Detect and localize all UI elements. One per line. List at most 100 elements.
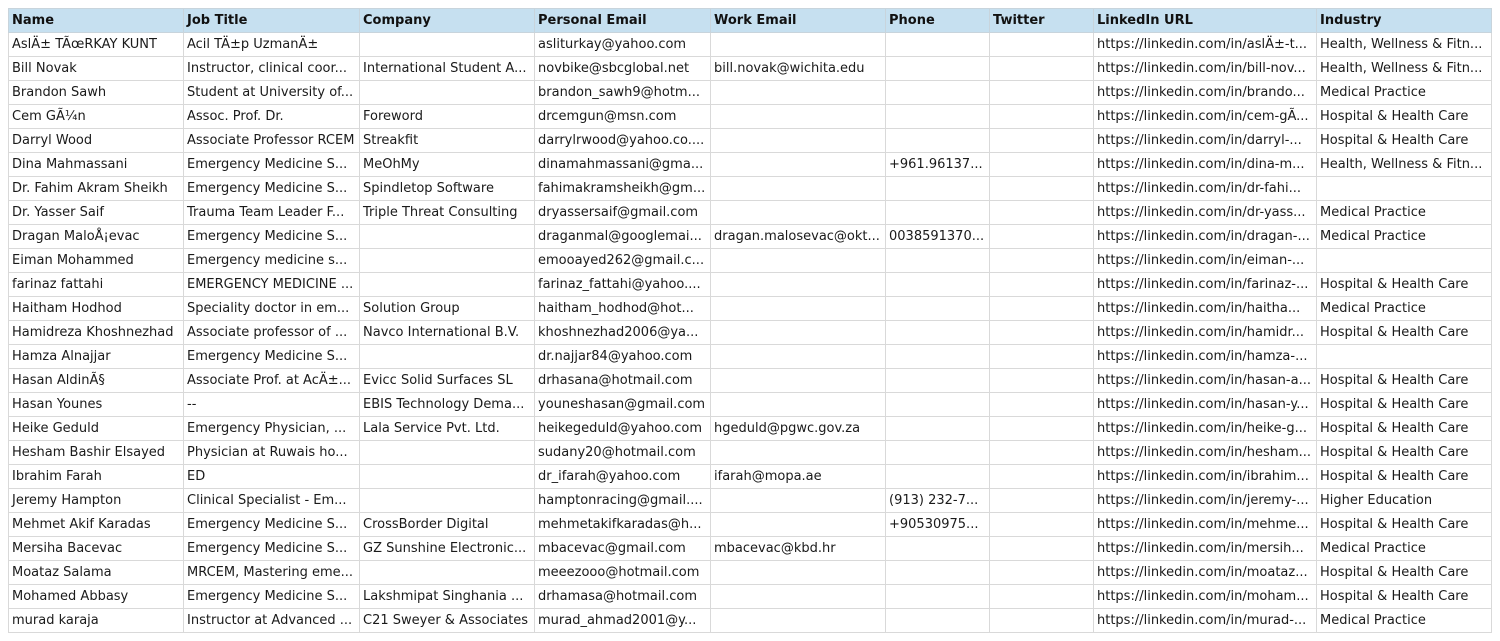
- table-row[interactable]: Mohamed Abbasy Emergency Medicine S... Lak…: [8, 584, 1492, 609]
- cell-phone[interactable]: [885, 272, 990, 297]
- cell-personal-email[interactable]: sudany20@hotmail.com: [534, 440, 711, 465]
- cell-work-email[interactable]: [710, 80, 886, 105]
- cell-linkedin-url[interactable]: https://linkedin.com/in/dragan-...: [1093, 224, 1317, 249]
- cell-job-title[interactable]: Acil TÄ±p UzmanÄ±: [183, 32, 360, 57]
- cell-industry[interactable]: Hospital & Health Care: [1316, 464, 1492, 489]
- cell-work-email[interactable]: [710, 368, 886, 393]
- cell-job-title[interactable]: Emergency Medicine S...: [183, 152, 360, 177]
- cell-personal-email[interactable]: darrylrwood@yahoo.co....: [534, 128, 711, 153]
- cell-linkedin-url[interactable]: https://linkedin.com/in/jeremy-...: [1093, 488, 1317, 513]
- cell-name[interactable]: Mohamed Abbasy: [8, 584, 184, 609]
- cell-name[interactable]: Dragan MaloÅ¡evac: [8, 224, 184, 249]
- table-row[interactable]: Heike Geduld Emergency Physician, ... Lala…: [8, 416, 1492, 441]
- cell-linkedin-url[interactable]: https://linkedin.com/in/eiman-...: [1093, 248, 1317, 273]
- cell-phone[interactable]: +90530975...: [885, 512, 990, 537]
- cell-company[interactable]: Streakfit: [359, 128, 535, 153]
- cell-job-title[interactable]: Physician at Ruwais ho...: [183, 440, 360, 465]
- cell-name[interactable]: Mersiha Bacevac: [8, 536, 184, 561]
- cell-company[interactable]: EBIS Technology Dema...: [359, 392, 535, 417]
- cell-phone[interactable]: [885, 344, 990, 369]
- cell-company[interactable]: [359, 80, 535, 105]
- cell-phone[interactable]: [885, 296, 990, 321]
- cell-company[interactable]: Navco International B.V.: [359, 320, 535, 345]
- table-row[interactable]: Dr. Fahim Akram Sheikh Emergency Medicine…: [8, 176, 1492, 201]
- cell-phone[interactable]: [885, 104, 990, 129]
- table-row[interactable]: Moataz Salama MRCEM, Mastering eme... meee…: [8, 560, 1492, 585]
- cell-personal-email[interactable]: dr_ifarah@yahoo.com: [534, 464, 711, 489]
- cell-twitter[interactable]: [989, 536, 1094, 561]
- cell-job-title[interactable]: Student at University of...: [183, 80, 360, 105]
- cell-twitter[interactable]: [989, 608, 1094, 633]
- cell-linkedin-url[interactable]: https://linkedin.com/in/dr-fahi...: [1093, 176, 1317, 201]
- table-row[interactable]: farinaz fattahi EMERGENCY MEDICINE ... far…: [8, 272, 1492, 297]
- cell-phone[interactable]: [885, 416, 990, 441]
- cell-phone[interactable]: [885, 560, 990, 585]
- cell-industry[interactable]: [1316, 248, 1492, 273]
- cell-company[interactable]: Evicc Solid Surfaces SL: [359, 368, 535, 393]
- column-header-phone[interactable]: Phone: [885, 8, 990, 33]
- cell-personal-email[interactable]: brandon_sawh9@hotm...: [534, 80, 711, 105]
- cell-company[interactable]: [359, 272, 535, 297]
- cell-twitter[interactable]: [989, 128, 1094, 153]
- cell-company[interactable]: MeOhMy: [359, 152, 535, 177]
- cell-job-title[interactable]: Emergency Medicine S...: [183, 176, 360, 201]
- cell-personal-email[interactable]: dinamahmassani@gma...: [534, 152, 711, 177]
- cell-twitter[interactable]: [989, 512, 1094, 537]
- cell-twitter[interactable]: [989, 176, 1094, 201]
- cell-phone[interactable]: [885, 608, 990, 633]
- cell-work-email[interactable]: dragan.malosevac@okt...: [710, 224, 886, 249]
- cell-work-email[interactable]: [710, 608, 886, 633]
- cell-work-email[interactable]: [710, 272, 886, 297]
- cell-company[interactable]: [359, 488, 535, 513]
- table-row[interactable]: Mehmet Akif Karadas Emergency Medicine S.…: [8, 512, 1492, 537]
- cell-twitter[interactable]: [989, 440, 1094, 465]
- cell-personal-email[interactable]: dryassersaif@gmail.com: [534, 200, 711, 225]
- cell-personal-email[interactable]: emooayed262@gmail.c...: [534, 248, 711, 273]
- cell-work-email[interactable]: [710, 512, 886, 537]
- cell-industry[interactable]: Medical Practice: [1316, 200, 1492, 225]
- cell-personal-email[interactable]: youneshasan@gmail.com: [534, 392, 711, 417]
- cell-personal-email[interactable]: khoshnezhad2006@ya...: [534, 320, 711, 345]
- cell-company[interactable]: CrossBorder Digital: [359, 512, 535, 537]
- cell-personal-email[interactable]: drcemgun@msn.com: [534, 104, 711, 129]
- cell-phone[interactable]: [885, 440, 990, 465]
- cell-work-email[interactable]: [710, 584, 886, 609]
- cell-company[interactable]: Foreword: [359, 104, 535, 129]
- cell-twitter[interactable]: [989, 392, 1094, 417]
- cell-linkedin-url[interactable]: https://linkedin.com/in/hesham...: [1093, 440, 1317, 465]
- table-row[interactable]: Ibrahim Farah ED dr_ifarah@yahoo.com ifarah…: [8, 464, 1492, 489]
- table-row[interactable]: Cem GÃ¼n Assoc. Prof. Dr. Foreword drcemgun…: [8, 104, 1492, 129]
- cell-industry[interactable]: [1316, 176, 1492, 201]
- cell-name[interactable]: Hasan AldinÃ§: [8, 368, 184, 393]
- cell-industry[interactable]: Medical Practice: [1316, 224, 1492, 249]
- table-row[interactable]: Dr. Yasser Saif Trauma Team Leader F... Tr…: [8, 200, 1492, 225]
- column-header-work-email[interactable]: Work Email: [710, 8, 886, 33]
- cell-twitter[interactable]: [989, 200, 1094, 225]
- cell-phone[interactable]: [885, 320, 990, 345]
- cell-linkedin-url[interactable]: https://linkedin.com/in/darryl-...: [1093, 128, 1317, 153]
- cell-job-title[interactable]: Associate Prof. at AcÄ±...: [183, 368, 360, 393]
- cell-personal-email[interactable]: heikegeduld@yahoo.com: [534, 416, 711, 441]
- cell-industry[interactable]: Health, Wellness & Fitn...: [1316, 152, 1492, 177]
- cell-job-title[interactable]: Emergency Medicine S...: [183, 224, 360, 249]
- cell-job-title[interactable]: ED: [183, 464, 360, 489]
- cell-phone[interactable]: [885, 32, 990, 57]
- cell-job-title[interactable]: Emergency medicine s...: [183, 248, 360, 273]
- cell-industry[interactable]: Hospital & Health Care: [1316, 560, 1492, 585]
- cell-industry[interactable]: Hospital & Health Care: [1316, 440, 1492, 465]
- cell-twitter[interactable]: [989, 296, 1094, 321]
- cell-industry[interactable]: Health, Wellness & Fitn...: [1316, 56, 1492, 81]
- cell-name[interactable]: Hamidreza Khoshnezhad: [8, 320, 184, 345]
- cell-job-title[interactable]: Emergency Medicine S...: [183, 536, 360, 561]
- cell-personal-email[interactable]: mehmetakifkaradas@h...: [534, 512, 711, 537]
- cell-personal-email[interactable]: asliturkay@yahoo.com: [534, 32, 711, 57]
- cell-job-title[interactable]: EMERGENCY MEDICINE ...: [183, 272, 360, 297]
- cell-linkedin-url[interactable]: https://linkedin.com/in/mersih...: [1093, 536, 1317, 561]
- column-header-name[interactable]: Name: [8, 8, 184, 33]
- cell-twitter[interactable]: [989, 320, 1094, 345]
- cell-name[interactable]: Dina Mahmassani: [8, 152, 184, 177]
- cell-name[interactable]: Mehmet Akif Karadas: [8, 512, 184, 537]
- cell-twitter[interactable]: [989, 416, 1094, 441]
- cell-name[interactable]: Jeremy Hampton: [8, 488, 184, 513]
- table-row[interactable]: Dina Mahmassani Emergency Medicine S... Me…: [8, 152, 1492, 177]
